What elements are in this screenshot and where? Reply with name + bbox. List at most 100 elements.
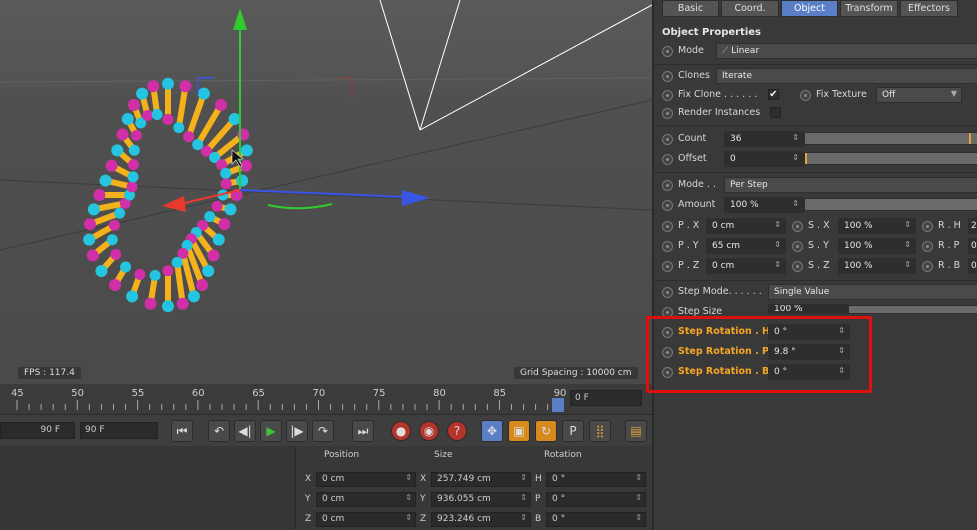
count-anim-radio[interactable] — [662, 134, 673, 145]
z-axis-handle — [239, 189, 406, 198]
rotation-field[interactable]: 0 ° ⇕ — [546, 512, 646, 527]
render-instances-anim-radio[interactable] — [662, 108, 673, 119]
record-button[interactable]: ● — [391, 421, 411, 441]
slider-knob[interactable] — [805, 153, 807, 164]
slider-knob[interactable] — [969, 133, 971, 144]
size-field[interactable]: 936.055 cm ⇕ — [431, 492, 531, 507]
prev-key-button[interactable]: ↶ — [208, 420, 230, 442]
offset-field[interactable]: 0 ⇕ — [724, 151, 804, 167]
s-field[interactable]: 100 % ⇕ — [838, 218, 916, 234]
step-mode-anim-radio[interactable] — [662, 287, 673, 298]
r-anim-radio[interactable] — [922, 221, 933, 232]
p-anim-radio[interactable] — [662, 241, 673, 252]
autokey-button[interactable]: ◉ — [419, 421, 439, 441]
s-anim-radio[interactable] — [792, 241, 803, 252]
end-frame-field[interactable]: 90 F — [80, 422, 158, 439]
rotate-key-button[interactable]: ↻ — [535, 420, 557, 442]
timeline-ruler[interactable]: 45 50 55 60 65 70 75 80 85 90 0 F — [0, 384, 652, 414]
step-size-field[interactable]: 100 % — [768, 304, 848, 314]
position-field[interactable]: 0 cm ⇕ — [316, 492, 416, 507]
amount-anim-radio[interactable] — [662, 200, 673, 211]
start-frame-field[interactable]: 90 F — [0, 422, 75, 439]
clone-bead — [108, 219, 120, 231]
tick-label: 90 — [553, 388, 567, 399]
goto-start-button[interactable]: ⏮ — [171, 420, 193, 442]
offset-anim-radio[interactable] — [662, 154, 673, 165]
transform-mode-anim-radio[interactable] — [662, 180, 673, 191]
r-field[interactable]: 0 — [968, 258, 977, 274]
s-field[interactable]: 100 % ⇕ — [838, 238, 916, 254]
size-field[interactable]: 923.246 cm ⇕ — [431, 512, 531, 527]
scale-key-button[interactable]: ▣ — [508, 420, 530, 442]
count-field[interactable]: 36 ⇕ — [724, 131, 804, 147]
p-field[interactable]: 0 cm ⇕ — [706, 258, 786, 274]
clone-bead — [179, 80, 192, 93]
stepper-icon: ⇕ — [520, 493, 527, 502]
next-key-button[interactable]: ↷ — [312, 420, 334, 442]
keyframe-help-button[interactable]: ? — [447, 421, 467, 441]
current-frame-field[interactable]: 0 F — [570, 390, 642, 406]
position-field[interactable]: 0 cm ⇕ — [316, 512, 416, 527]
clone-bead — [177, 247, 189, 259]
clones-anim-radio[interactable] — [662, 71, 673, 82]
clones-row: Clones Iterate — [654, 67, 977, 86]
step-back-button[interactable]: ◀| — [234, 420, 256, 442]
s-anim-radio[interactable] — [792, 261, 803, 272]
timeline-button[interactable]: ▤ — [625, 420, 647, 442]
param-key-button[interactable]: P — [562, 420, 584, 442]
transform-mode-dropdown[interactable]: Per Step — [724, 177, 977, 193]
position-field[interactable]: 0 cm ⇕ — [316, 472, 416, 487]
r-field[interactable]: 2 — [968, 218, 977, 234]
goto-end-button[interactable]: ⏭ — [352, 420, 374, 442]
p-value: 65 cm — [712, 241, 741, 251]
3d-viewport[interactable]: FPS : 117.4 Grid Spacing : 10000 cm — [0, 0, 652, 384]
move-key-button[interactable]: ✥ — [481, 420, 503, 442]
r-field[interactable]: 0 — [968, 238, 977, 254]
fix-texture-anim-radio[interactable] — [800, 90, 811, 101]
play-button[interactable]: ▶ — [260, 420, 282, 442]
tick-label: 65 — [252, 388, 265, 399]
p-value: 0 cm — [712, 261, 735, 271]
render-instances-checkbox[interactable] — [770, 107, 781, 118]
amount-row: Amount 100 % ⇕ — [654, 196, 977, 215]
prev-key-icon: ↶ — [213, 424, 225, 438]
clone-bead — [220, 178, 232, 190]
mode-dropdown[interactable]: ⟋ Linear — [716, 43, 977, 59]
tick-label: 75 — [372, 388, 386, 399]
s-field[interactable]: 100 % ⇕ — [838, 258, 916, 274]
fix-texture-dropdown[interactable]: Off ▼ — [876, 87, 962, 103]
tab-effectors[interactable]: Effectors — [900, 0, 958, 17]
pos-axis-label: X — [305, 474, 312, 484]
p-field[interactable]: 65 cm ⇕ — [706, 238, 786, 254]
s-anim-radio[interactable] — [792, 221, 803, 232]
amount-field[interactable]: 100 % ⇕ — [724, 197, 804, 213]
step-mode-dropdown[interactable]: Single Value — [768, 284, 977, 300]
mode-anim-radio[interactable] — [662, 46, 673, 57]
transform-mode-label: Mode . . — [678, 179, 716, 190]
r-anim-radio[interactable] — [922, 261, 933, 272]
offset-slider[interactable] — [804, 152, 977, 165]
fix-clone-checkbox[interactable]: ✔ — [768, 89, 779, 100]
count-slider[interactable] — [804, 132, 977, 145]
rotation-field[interactable]: 0 ° ⇕ — [546, 472, 646, 487]
p-field[interactable]: 0 cm ⇕ — [706, 218, 786, 234]
tab-object[interactable]: Object — [781, 0, 838, 17]
s-label: S . Y — [808, 240, 829, 251]
tab-coord[interactable]: Coord. — [721, 0, 779, 17]
p-anim-radio[interactable] — [662, 261, 673, 272]
step-forward-button[interactable]: |▶ — [286, 420, 308, 442]
size-field[interactable]: 257.749 cm ⇕ — [431, 472, 531, 487]
p-anim-radio[interactable] — [662, 221, 673, 232]
amount-slider[interactable] — [804, 198, 977, 211]
step-size-slider[interactable] — [848, 305, 977, 314]
rotation-field[interactable]: 0 ° ⇕ — [546, 492, 646, 507]
tab-basic[interactable]: Basic — [662, 0, 719, 17]
pla-key-button[interactable]: ⣿ — [589, 420, 611, 442]
s-value: 100 % — [844, 241, 873, 251]
clone-bead — [126, 181, 138, 193]
r-anim-radio[interactable] — [922, 241, 933, 252]
offset-label: Offset — [678, 153, 707, 164]
fix-clone-anim-radio[interactable] — [662, 90, 673, 101]
clones-dropdown[interactable]: Iterate — [716, 68, 977, 84]
tab-transform[interactable]: Transform — [840, 0, 898, 17]
